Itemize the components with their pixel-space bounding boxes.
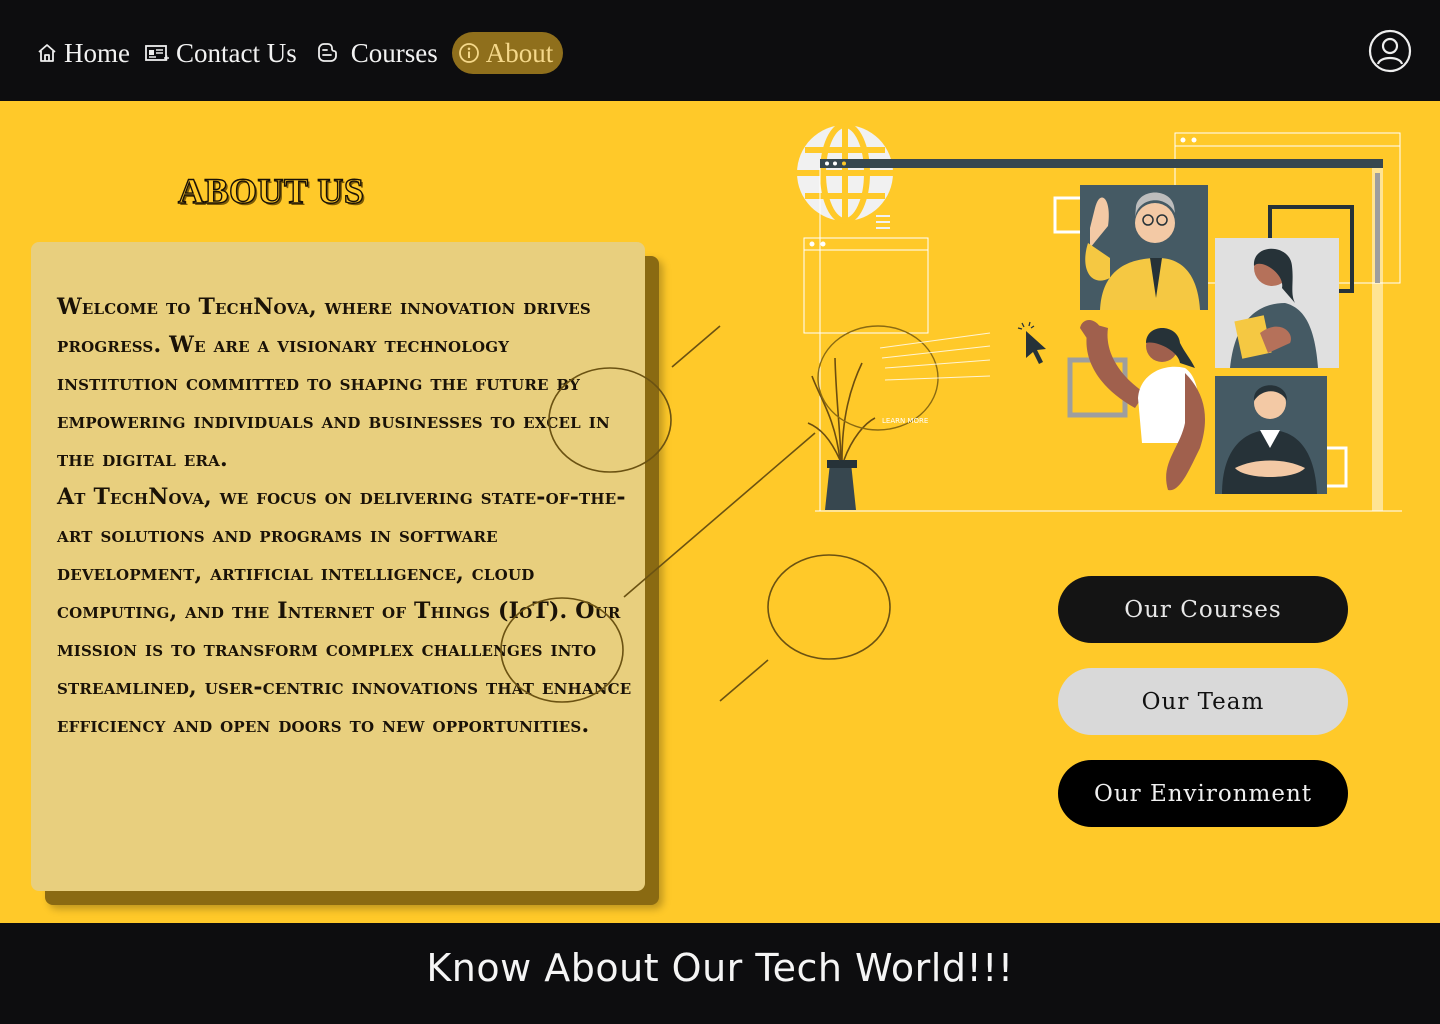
- nav-item-courses[interactable]: Courses: [311, 32, 438, 74]
- learn-more-label: LEARN MORE: [882, 417, 928, 425]
- blog-icon: [315, 41, 339, 65]
- top-navbar: Home Contact Us Courses About: [0, 0, 1440, 101]
- about-card: Welcome to TechNova, where innovation dr…: [31, 242, 645, 891]
- our-team-button[interactable]: Our Team: [1058, 668, 1348, 735]
- contact-card-icon: [144, 42, 170, 64]
- about-paragraph-1: Welcome to TechNova, where innovation dr…: [57, 294, 610, 472]
- globe-icon: [797, 122, 893, 229]
- nav-label-about: About: [485, 37, 554, 68]
- nav-item-contact[interactable]: Contact Us: [144, 32, 297, 74]
- nav-item-home[interactable]: Home: [36, 32, 130, 74]
- about-paragraph-2: At TechNova, we focus on delivering stat…: [57, 484, 632, 738]
- team-video-call-illustration: LEARN MORE: [797, 122, 1402, 512]
- our-environment-button[interactable]: Our Environment: [1058, 760, 1348, 827]
- main-nav: Home Contact Us Courses About: [36, 32, 577, 74]
- user-profile-button[interactable]: [1368, 29, 1412, 73]
- cursor-icon: [1017, 321, 1046, 364]
- user-profile-icon: [1368, 29, 1412, 77]
- nav-item-about[interactable]: About: [451, 32, 564, 74]
- nav-label-contact: Contact Us: [175, 37, 297, 68]
- page-title: ABOUT US: [177, 170, 365, 211]
- nav-label-courses: Courses: [350, 37, 438, 68]
- about-text: Welcome to TechNova, where innovation dr…: [57, 288, 637, 744]
- our-courses-button[interactable]: Our Courses: [1058, 576, 1348, 643]
- nav-label-home: Home: [64, 37, 130, 68]
- home-icon: [36, 42, 58, 64]
- footer-tagline: Know About Our Tech World!!!: [426, 946, 1014, 990]
- info-icon: [458, 42, 480, 64]
